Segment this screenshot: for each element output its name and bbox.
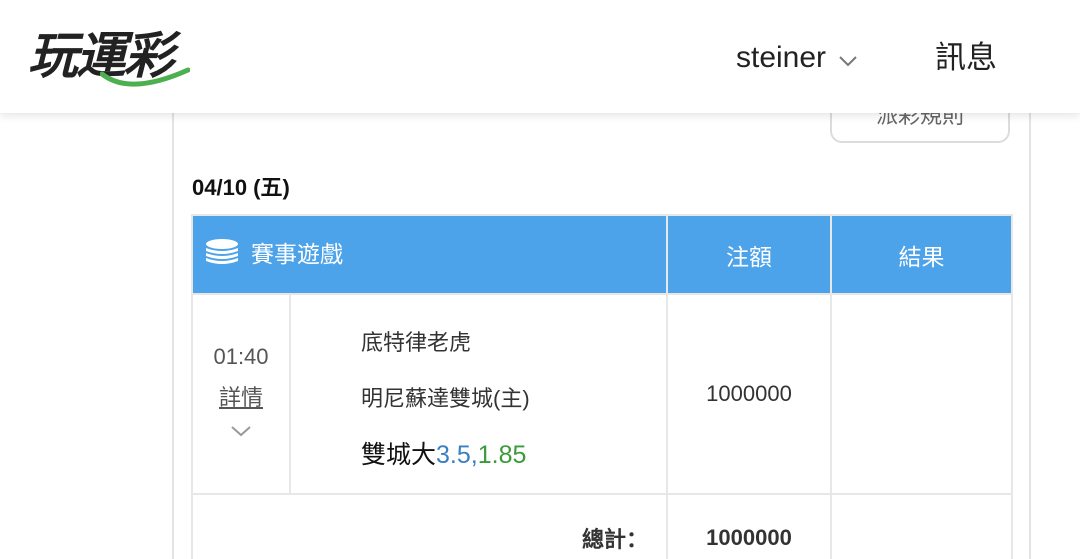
table-header-row: 賽事遊戲 注額 結果 <box>191 214 1013 295</box>
away-team: 底特律老虎 <box>361 330 472 355</box>
amount-cell: 1000000 <box>666 293 832 495</box>
home-team: 明尼蘇達雙城(主) <box>361 386 530 411</box>
site-logo[interactable]: 玩運彩 <box>28 22 228 94</box>
bet-pick: 雙城大3.5,1.85 <box>361 441 666 469</box>
time-cell: 01:40 詳情 <box>191 293 291 495</box>
top-header: 玩運彩 steiner 訊息 <box>0 0 1080 113</box>
pick-line: 3.5 <box>436 441 471 469</box>
logo-swoosh-icon <box>100 67 190 87</box>
table-row: 01:40 詳情 底特律老虎 明尼蘇達雙城(主) 雙城大3.5,1.85 100… <box>191 293 1013 495</box>
total-label: 總計： <box>191 493 668 559</box>
date-label: 04/10 (五) <box>192 175 290 200</box>
chevron-down-icon <box>838 41 858 75</box>
pick-separator: , <box>470 441 478 469</box>
bets-table: 賽事遊戲 注額 結果 01:40 詳情 底特律老虎 明尼蘇達雙城(主) 雙城大3… <box>191 214 1013 559</box>
pick-odds: 1.85 <box>477 441 527 469</box>
result-cell <box>830 293 1013 495</box>
column-header-game-label: 賽事遊戲 <box>251 241 343 268</box>
match-info-cell: 底特律老虎 明尼蘇達雙城(主) 雙城大3.5,1.85 <box>289 293 668 495</box>
chevron-down-icon[interactable] <box>193 418 289 444</box>
messages-link[interactable]: 訊息 <box>935 38 997 78</box>
username: steiner <box>736 41 827 74</box>
total-amount: 1000000 <box>666 493 832 559</box>
column-header-amount: 注額 <box>666 214 832 295</box>
game-time: 01:40 <box>213 344 269 369</box>
total-row: 總計： 1000000 <box>191 493 1013 559</box>
details-link[interactable]: 詳情 <box>193 380 289 412</box>
column-header-result: 結果 <box>830 214 1013 295</box>
coin-stack-icon <box>205 238 239 274</box>
pick-label: 雙城大 <box>361 441 437 469</box>
total-empty-cell <box>830 493 1013 559</box>
user-menu[interactable]: steiner <box>736 38 858 78</box>
column-header-game: 賽事遊戲 <box>191 214 668 295</box>
